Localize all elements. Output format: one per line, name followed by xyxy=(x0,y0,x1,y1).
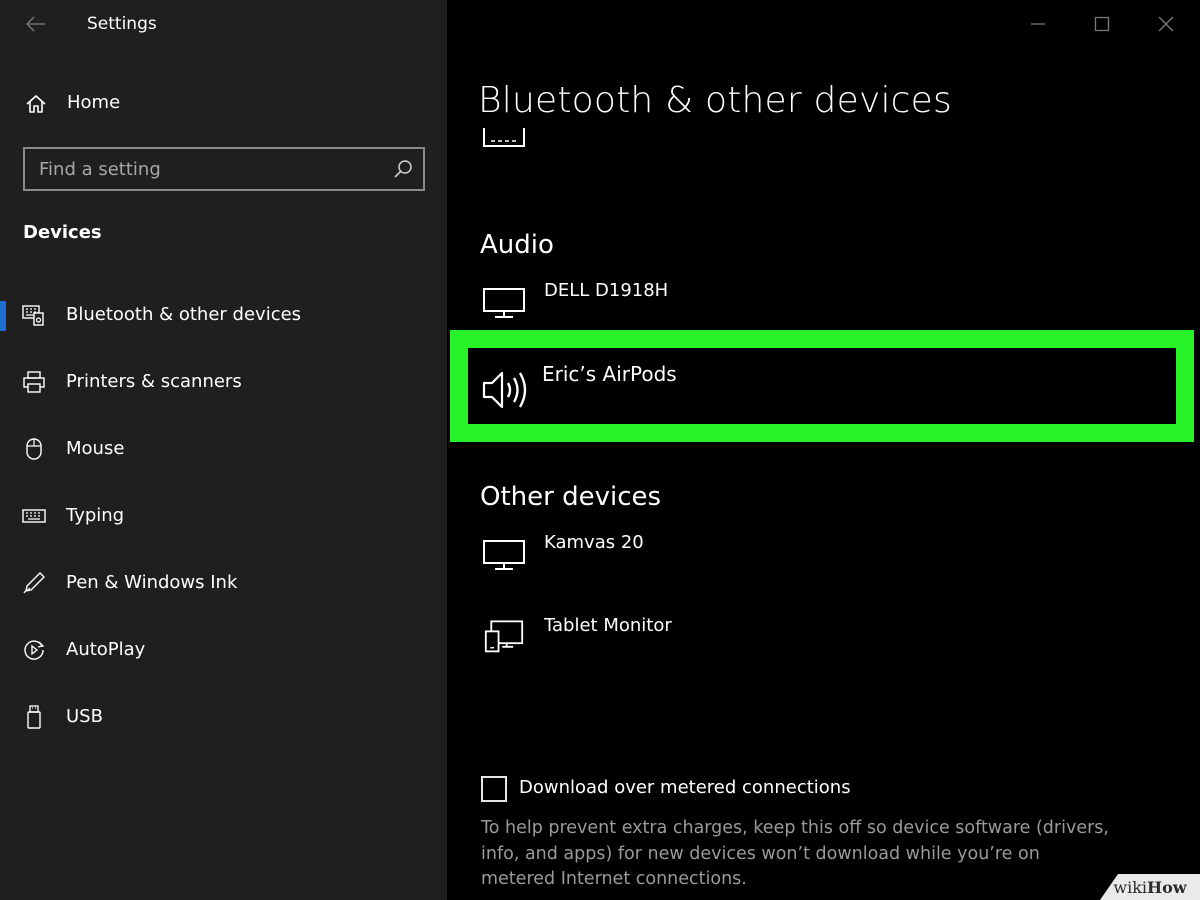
pen-icon xyxy=(23,572,45,594)
other-devices-heading: Other devices xyxy=(480,482,662,512)
device-airpods[interactable]: Eric’s AirPods xyxy=(480,360,1160,420)
device-name: Eric’s AirPods xyxy=(542,362,677,386)
device-name: Kamvas 20 xyxy=(544,532,644,553)
close-icon xyxy=(1158,16,1174,32)
device-name: Tablet Monitor xyxy=(544,615,672,636)
sidebar-item-label: AutoPlay xyxy=(66,639,146,660)
autoplay-icon xyxy=(24,640,45,660)
speaker-icon xyxy=(482,371,527,409)
sidebar-item-label: Printers & scanners xyxy=(66,371,242,392)
metered-download-option[interactable]: Download over metered connections xyxy=(481,774,1081,804)
minimize-button[interactable] xyxy=(1022,8,1054,40)
app-title: Settings xyxy=(87,14,157,34)
sidebar-item-autoplay[interactable]: AutoPlay xyxy=(0,622,447,678)
mouse-icon xyxy=(26,438,42,460)
device-kamvas[interactable]: Kamvas 20 xyxy=(480,532,1180,588)
search-icon[interactable] xyxy=(393,159,413,179)
sidebar-item-typing[interactable]: Typing xyxy=(0,488,447,544)
keyboard-icon xyxy=(483,128,525,147)
search-input[interactable] xyxy=(39,157,379,181)
sidebar-item-mouse[interactable]: Mouse xyxy=(0,421,447,477)
device-name: DELL D1918H xyxy=(544,280,669,301)
nav-home[interactable]: Home xyxy=(0,80,447,128)
nav-home-label: Home xyxy=(67,92,121,113)
home-icon xyxy=(26,95,46,113)
monitor-icon xyxy=(483,288,525,318)
title-bar: Settings xyxy=(0,0,447,50)
sidebar-item-bluetooth[interactable]: Bluetooth & other devices xyxy=(0,287,447,343)
sidebar-item-label: Pen & Windows Ink xyxy=(66,572,238,593)
watermark-part2: How xyxy=(1147,877,1187,897)
sidebar-item-pen[interactable]: Pen & Windows Ink xyxy=(0,555,447,611)
close-button[interactable] xyxy=(1150,8,1182,40)
page-title: Bluetooth & other devices xyxy=(478,80,952,121)
printer-icon xyxy=(23,371,45,393)
metered-download-label: Download over metered connections xyxy=(519,777,851,798)
section-label-devices: Devices xyxy=(23,222,102,243)
sidebar-item-label: Bluetooth & other devices xyxy=(66,304,302,325)
maximize-button[interactable] xyxy=(1086,8,1118,40)
maximize-icon xyxy=(1094,16,1110,32)
sidebar-item-printers[interactable]: Printers & scanners xyxy=(0,354,447,410)
audio-heading: Audio xyxy=(480,230,554,260)
sidebar-item-label: Mouse xyxy=(66,438,125,459)
sidebar-item-label: USB xyxy=(66,706,103,727)
search-box[interactable] xyxy=(23,147,425,191)
sidebar-item-usb[interactable]: USB xyxy=(0,689,447,745)
monitor-icon xyxy=(483,540,525,570)
sidebar-item-label: Typing xyxy=(66,505,125,526)
device-tablet-monitor[interactable]: Tablet Monitor xyxy=(480,615,1180,671)
device-dell[interactable]: DELL D1918H xyxy=(480,280,1180,336)
metered-help-text: To help prevent extra charges, keep this… xyxy=(481,818,1109,889)
usb-icon xyxy=(27,705,41,729)
back-button[interactable] xyxy=(22,10,50,38)
tablet-monitor-icon xyxy=(484,620,524,653)
sidebar: Settings Home Devices Bluetooth & other … xyxy=(0,0,447,900)
metered-download-checkbox[interactable] xyxy=(481,776,507,802)
watermark-part1: wiki xyxy=(1113,877,1148,897)
keyboard-icon xyxy=(22,509,46,523)
minimize-icon xyxy=(1031,23,1045,25)
main-content: Bluetooth & other devices Audio DELL D19… xyxy=(447,0,1200,900)
back-arrow-icon xyxy=(26,16,45,32)
bluetooth-devices-icon xyxy=(22,305,44,326)
